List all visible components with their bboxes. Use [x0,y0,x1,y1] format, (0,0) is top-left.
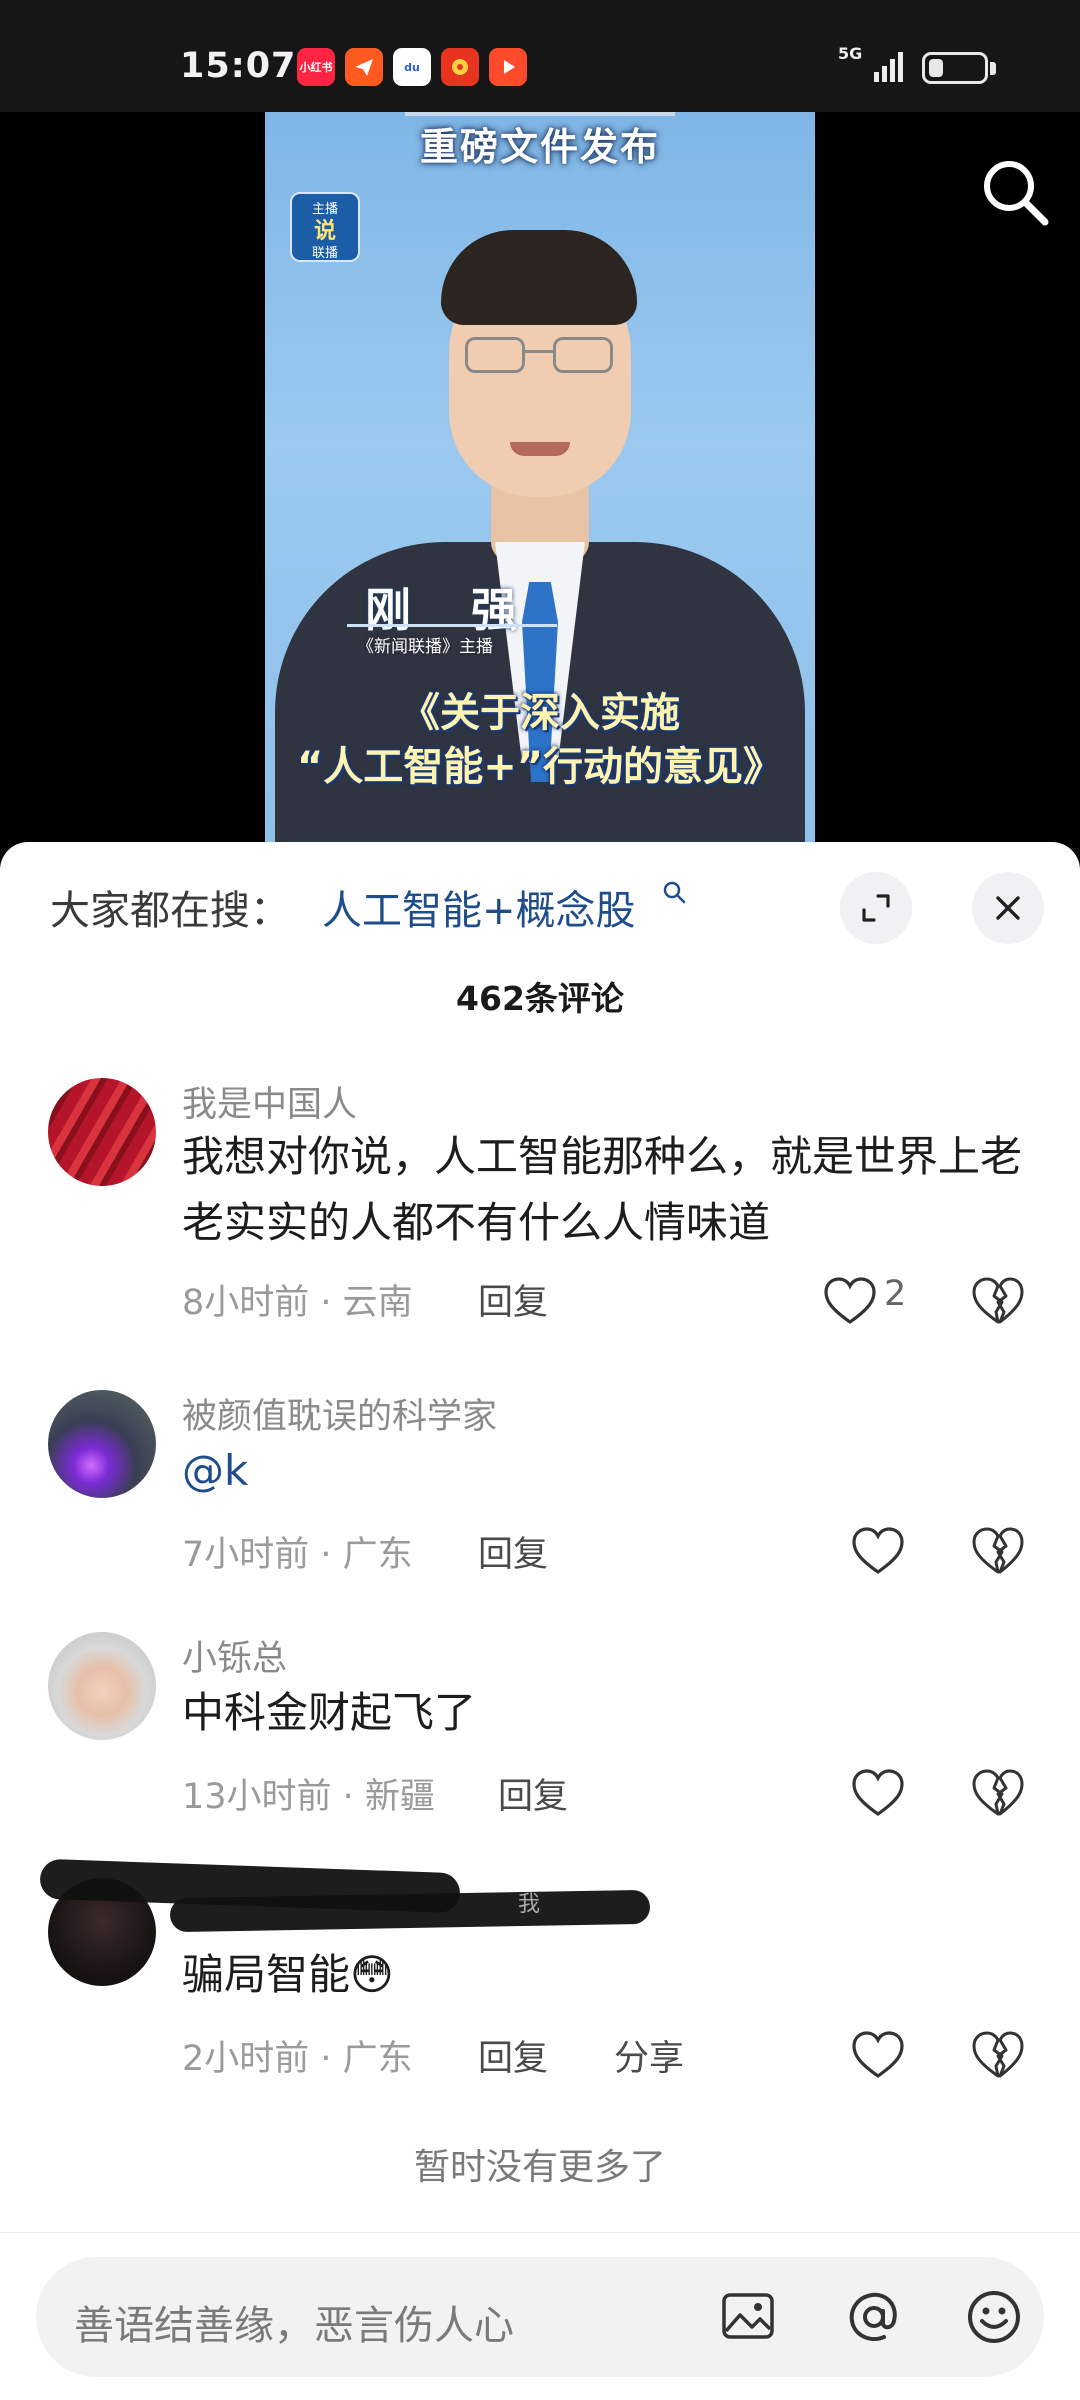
redaction-mark [169,1889,651,1933]
trending-search-label: 大家都在搜： [50,888,290,934]
comment-input-bar: 善语结善缘，恶言伤人心 [0,2232,1080,2400]
comment-count: 462条评论 [456,979,624,1018]
comment-meta: 8小时前 · 云南 [182,1283,413,1323]
video-player[interactable]: 重磅文件发布 主播 说 联播 刚 强 《新闻联播》主播 《关于深入实施 “人工智… [0,112,1080,848]
comment-text: 骗局智能😳 [182,1950,394,1999]
video-frame[interactable]: 重磅文件发布 主播 说 联播 刚 强 《新闻联播》主播 《关于深入实施 “人工智… [265,112,815,848]
baidu-app-icon: du [393,48,431,86]
trending-search-keyword[interactable]: 人工智能+概念股 [322,878,636,936]
video-app-icon [489,48,527,86]
like-heart-icon[interactable] [850,1766,906,1822]
like-heart-icon[interactable] [850,2028,906,2084]
xiaohongshu-app-icon: 小红书 [297,48,335,86]
comment-item: 被颜值耽误的科学家 @k 7小时前 · 广东 回复 [0,1388,1080,1575]
comment-text: 中科金财起飞了 [182,1688,477,1737]
video-caption-line-2: “人工智能+”行动的意见》 [296,744,784,790]
reply-button[interactable]: 回复 [478,2030,548,2081]
avatar[interactable] [48,1390,156,1498]
comment-sheet: 大家都在搜： 人工智能+概念股 462条评论 我是中国人 我想对你说，人工智能那… [0,842,1080,2400]
comment-text: 我想对你说，人工智能那种么，就是世界上老老实实的人都不有什么人情味道 [182,1132,1023,1247]
network-type: 5G [838,44,863,63]
anchor-name: 刚 强 [365,583,540,637]
comment-input[interactable]: 善语结善缘，恶言伤人心 [36,2257,1044,2377]
username-tag: 我 [518,1892,541,1917]
comment-meta: 13小时前 · 新疆 [182,1777,435,1817]
avatar[interactable] [48,1078,156,1186]
avatar[interactable] [48,1632,156,1740]
status-bar: 15:07 小红书 du 5G [0,0,1080,112]
like-heart-icon[interactable] [850,1524,906,1580]
emoji-icon[interactable] [964,2287,1024,2347]
battery-icon [922,52,988,84]
comment-username[interactable]: 小铄总 [182,1630,287,1681]
comment-username[interactable]: 我是中国人 [182,1076,357,1127]
like-heart-icon[interactable] [822,1274,878,1330]
comment-username[interactable]: 被颜值耽误的科学家 [182,1388,497,1439]
signal-icon [874,52,903,82]
comment-item: 我 骗局智能😳 2小时前 · 广东 回复 分享 [0,1858,1080,2079]
close-icon [996,896,1020,920]
dislike-broken-heart-icon[interactable] [970,1524,1026,1580]
search-icon[interactable] [975,152,1055,232]
small-search-icon[interactable] [662,880,688,906]
comment-meta: 2小时前 · 广东 [182,2039,413,2079]
news-app-icon [441,48,479,86]
reply-button[interactable]: 回复 [478,1274,548,1325]
share-button[interactable]: 分享 [614,2030,684,2081]
video-caption-line-1: 《关于深入实施 [400,690,680,736]
dislike-broken-heart-icon[interactable] [970,2028,1026,2084]
mention-link[interactable]: @k [182,1446,248,1495]
expand-icon [862,894,890,922]
no-more-comments: 暂时没有更多了 [413,2147,666,2188]
close-button[interactable] [972,872,1044,944]
paper-plane-app-icon [345,48,383,86]
reply-button[interactable]: 回复 [498,1768,568,1819]
comment-item: 小铄总 中科金财起飞了 13小时前 · 新疆 回复 [0,1630,1080,1817]
anchor-role: 《新闻联播》主播 [357,637,493,657]
dislike-broken-heart-icon[interactable] [970,1766,1026,1822]
expand-button[interactable] [840,872,912,944]
like-count: 2 [884,1274,907,1314]
station-logo: 主播 说 联播 [290,192,360,262]
at-icon[interactable] [844,2287,904,2347]
dislike-broken-heart-icon[interactable] [970,1274,1026,1330]
comment-meta: 7小时前 · 广东 [182,1535,413,1575]
reply-button[interactable]: 回复 [478,1526,548,1577]
comment-text: @k [182,1438,1022,1504]
comment-item: 我是中国人 我想对你说，人工智能那种么，就是世界上老老实实的人都不有什么人情味道… [0,1074,1080,1324]
comment-input-placeholder: 善语结善缘，恶言伤人心 [74,2303,514,2349]
image-icon[interactable] [718,2287,778,2347]
status-time: 15:07 [180,46,297,86]
video-top-title: 重磅文件发布 [419,125,660,169]
